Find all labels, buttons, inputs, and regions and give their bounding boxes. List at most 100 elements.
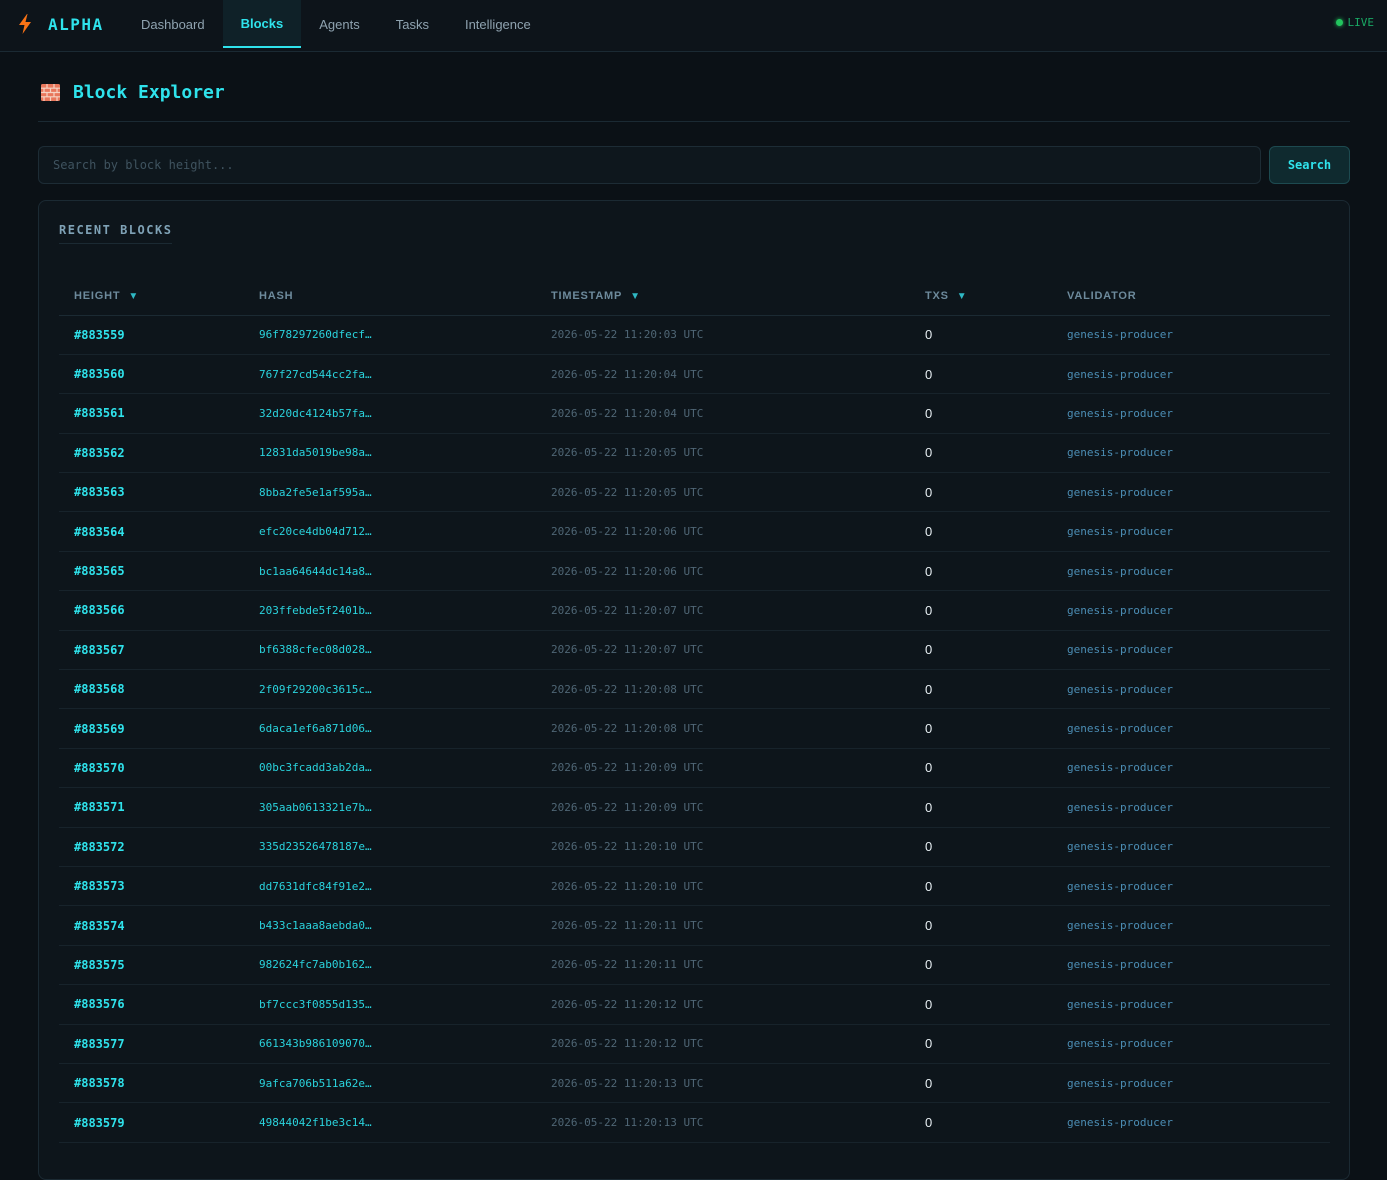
- block-tx-count: 0: [910, 708, 1052, 749]
- block-height-link[interactable]: #883578: [59, 1063, 244, 1104]
- block-hash-link[interactable]: 6daca1ef6a871d06…: [244, 708, 536, 749]
- tab-agents[interactable]: Agents: [301, 0, 377, 48]
- column-label: TXS: [925, 289, 949, 302]
- table-row[interactable]: #883573 dd7631dfc84f91e2… 2026-05-22 11:20…: [59, 866, 1330, 907]
- tab-blocks[interactable]: Blocks: [222, 0, 302, 48]
- block-hash-link[interactable]: 8bba2fe5e1af595a…: [244, 472, 536, 513]
- lightning-bolt-icon: [19, 14, 31, 34]
- block-tx-count: 0: [910, 984, 1052, 1025]
- block-validator: genesis-producer: [1052, 669, 1330, 710]
- main-tabs: Dashboard Blocks Agents Tasks Intelligen…: [123, 0, 549, 52]
- block-height-link[interactable]: #883576: [59, 984, 244, 1025]
- block-hash-link[interactable]: 32d20dc4124b57fa…: [244, 393, 536, 434]
- block-hash-link[interactable]: 12831da5019be98a…: [244, 433, 536, 474]
- table-row[interactable]: #883560 767f27cd544cc2fa… 2026-05-22 11:20…: [59, 354, 1330, 395]
- block-timestamp: 2026-05-22 11:20:05 UTC: [536, 433, 910, 474]
- block-hash-link[interactable]: efc20ce4db04d712…: [244, 511, 536, 552]
- table-row[interactable]: #883572 335d23526478187e… 2026-05-22 11:20…: [59, 827, 1330, 867]
- table-row[interactable]: #883568 2f09f29200c3615c… 2026-05-22 11:20…: [59, 669, 1330, 710]
- table-row[interactable]: #883571 305aab0613321e7b… 2026-05-22 11:20…: [59, 787, 1330, 828]
- block-validator: genesis-producer: [1052, 748, 1330, 789]
- block-height-link[interactable]: #883559: [59, 315, 244, 355]
- table-row[interactable]: #883564 efc20ce4db04d712… 2026-05-22 11:20…: [59, 511, 1330, 552]
- block-hash-link[interactable]: bc1aa64644dc14a8…: [244, 551, 536, 592]
- table-row[interactable]: #883579 49844042f1be3c14… 2026-05-22 11:20…: [59, 1102, 1330, 1143]
- block-tx-count: 0: [910, 630, 1052, 671]
- block-hash-link[interactable]: 982624fc7ab0b162…: [244, 945, 536, 986]
- block-height-link[interactable]: #883561: [59, 393, 244, 434]
- block-validator: genesis-producer: [1052, 1102, 1330, 1143]
- tab-intelligence[interactable]: Intelligence: [447, 0, 549, 48]
- tab-dashboard[interactable]: Dashboard: [123, 0, 223, 48]
- block-validator: genesis-producer: [1052, 590, 1330, 631]
- brick-wall-icon: [41, 84, 60, 101]
- table-row[interactable]: #883563 8bba2fe5e1af595a… 2026-05-22 11:20…: [59, 472, 1330, 513]
- block-height-link[interactable]: #883560: [59, 354, 244, 395]
- block-tx-count: 0: [910, 866, 1052, 907]
- block-timestamp: 2026-05-22 11:20:07 UTC: [536, 590, 910, 631]
- block-height-link[interactable]: #883562: [59, 433, 244, 474]
- table-row[interactable]: #883577 661343b986109070… 2026-05-22 11:20…: [59, 1024, 1330, 1064]
- block-hash-link[interactable]: b433c1aaa8aebda0…: [244, 905, 536, 946]
- block-validator: genesis-producer: [1052, 630, 1330, 671]
- table-row[interactable]: #883567 bf6388cfec08d028… 2026-05-22 11:20…: [59, 630, 1330, 671]
- block-hash-link[interactable]: 305aab0613321e7b…: [244, 787, 536, 828]
- block-hash-link[interactable]: bf7ccc3f0855d135…: [244, 984, 536, 1025]
- page-title: Block Explorer: [73, 82, 225, 103]
- block-hash-link[interactable]: 767f27cd544cc2fa…: [244, 354, 536, 395]
- column-label: HASH: [259, 289, 294, 302]
- block-hash-link[interactable]: 2f09f29200c3615c…: [244, 669, 536, 710]
- block-validator: genesis-producer: [1052, 551, 1330, 592]
- block-hash-link[interactable]: 49844042f1be3c14…: [244, 1102, 536, 1143]
- table-row[interactable]: #883575 982624fc7ab0b162… 2026-05-22 11:20…: [59, 945, 1330, 986]
- block-hash-link[interactable]: 661343b986109070…: [244, 1024, 536, 1064]
- block-height-link[interactable]: #883577: [59, 1024, 244, 1064]
- block-validator: genesis-producer: [1052, 433, 1330, 474]
- block-height-link[interactable]: #883564: [59, 511, 244, 552]
- search-button[interactable]: Search: [1269, 146, 1350, 184]
- block-hash-link[interactable]: dd7631dfc84f91e2…: [244, 866, 536, 907]
- block-height-link[interactable]: #883570: [59, 748, 244, 789]
- table-row[interactable]: #883574 b433c1aaa8aebda0… 2026-05-22 11:20…: [59, 905, 1330, 946]
- column-timestamp[interactable]: TIMESTAMP ▼: [536, 277, 910, 316]
- block-height-link[interactable]: #883569: [59, 708, 244, 749]
- table-row[interactable]: #883570 00bc3fcadd3ab2da… 2026-05-22 11:20…: [59, 748, 1330, 789]
- block-hash-link[interactable]: 00bc3fcadd3ab2da…: [244, 748, 536, 789]
- table-row[interactable]: #883561 32d20dc4124b57fa… 2026-05-22 11:20…: [59, 393, 1330, 434]
- tab-tasks[interactable]: Tasks: [378, 0, 447, 48]
- table-row[interactable]: #883578 9afca706b511a62e… 2026-05-22 11:20…: [59, 1063, 1330, 1104]
- table-row[interactable]: #883566 203ffebde5f2401b… 2026-05-22 11:20…: [59, 590, 1330, 631]
- block-height-link[interactable]: #883563: [59, 472, 244, 513]
- column-validator: VALIDATOR: [1052, 277, 1330, 316]
- table-row[interactable]: #883565 bc1aa64644dc14a8… 2026-05-22 11:20…: [59, 551, 1330, 592]
- blocks-table-body: #883559 96f78297260dfecf… 2026-05-22 11:20…: [59, 315, 1330, 1143]
- block-hash-link[interactable]: 9afca706b511a62e…: [244, 1063, 536, 1104]
- table-row[interactable]: #883569 6daca1ef6a871d06… 2026-05-22 11:20…: [59, 708, 1330, 749]
- block-validator: genesis-producer: [1052, 393, 1330, 434]
- block-hash-link[interactable]: bf6388cfec08d028…: [244, 630, 536, 671]
- column-txs[interactable]: TXS ▼: [910, 277, 1052, 316]
- block-timestamp: 2026-05-22 11:20:04 UTC: [536, 393, 910, 434]
- table-row[interactable]: #883559 96f78297260dfecf… 2026-05-22 11:20…: [59, 315, 1330, 355]
- block-timestamp: 2026-05-22 11:20:12 UTC: [536, 1024, 910, 1064]
- block-height-link[interactable]: #883574: [59, 905, 244, 946]
- block-hash-link[interactable]: 335d23526478187e…: [244, 827, 536, 867]
- block-tx-count: 0: [910, 393, 1052, 434]
- block-height-link[interactable]: #883579: [59, 1102, 244, 1143]
- block-height-link[interactable]: #883566: [59, 590, 244, 631]
- block-hash-link[interactable]: 96f78297260dfecf…: [244, 315, 536, 355]
- block-height-link[interactable]: #883565: [59, 551, 244, 592]
- block-height-link[interactable]: #883567: [59, 630, 244, 671]
- block-height-link[interactable]: #883573: [59, 866, 244, 907]
- block-timestamp: 2026-05-22 11:20:09 UTC: [536, 787, 910, 828]
- block-height-link[interactable]: #883575: [59, 945, 244, 986]
- block-height-link[interactable]: #883571: [59, 787, 244, 828]
- table-row[interactable]: #883576 bf7ccc3f0855d135… 2026-05-22 11:20…: [59, 984, 1330, 1025]
- block-height-link[interactable]: #883568: [59, 669, 244, 710]
- block-hash-link[interactable]: 203ffebde5f2401b…: [244, 590, 536, 631]
- block-search-input[interactable]: [38, 146, 1261, 184]
- brand[interactable]: ALPHA: [18, 12, 104, 36]
- block-height-link[interactable]: #883572: [59, 827, 244, 867]
- column-height[interactable]: HEIGHT ▼: [59, 277, 244, 316]
- table-row[interactable]: #883562 12831da5019be98a… 2026-05-22 11:20…: [59, 433, 1330, 474]
